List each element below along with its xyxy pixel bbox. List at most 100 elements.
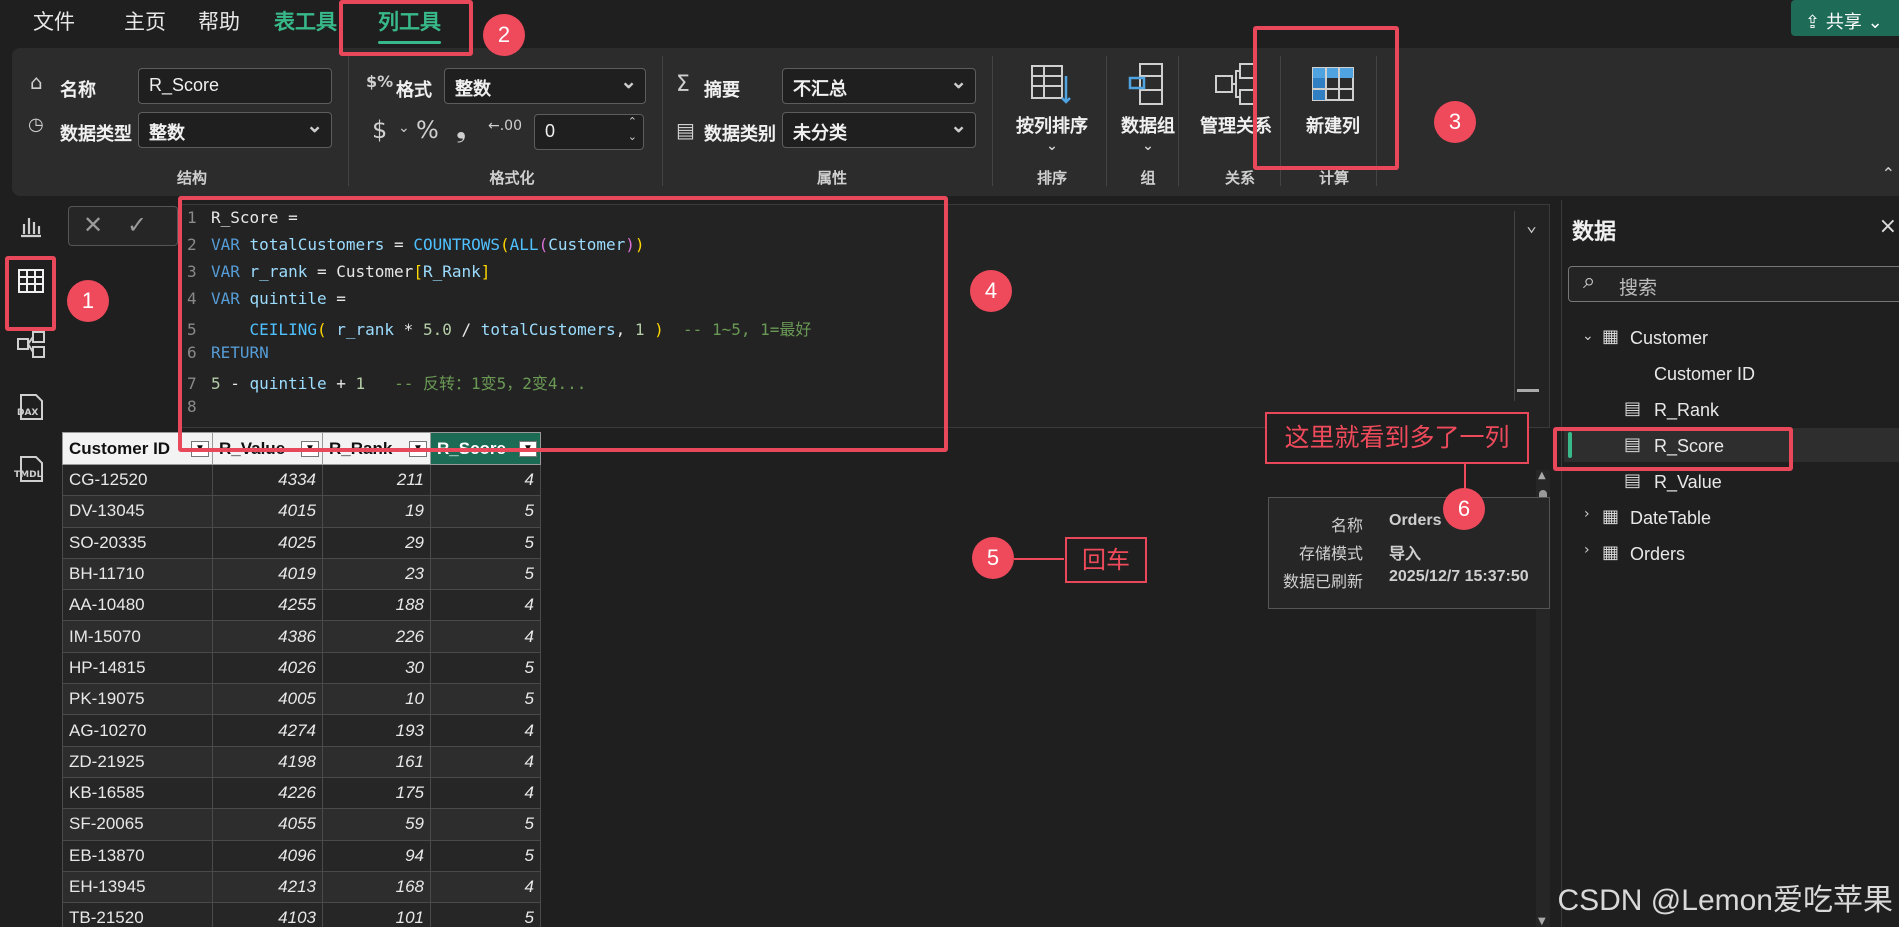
tree-table-orders[interactable]: Orders [1630, 544, 1685, 565]
table-cell[interactable]: KB-16585 [62, 776, 213, 810]
table-cell[interactable]: 59 [322, 808, 431, 841]
model-view-icon[interactable] [14, 330, 48, 364]
cancel-icon[interactable]: ✕ [83, 211, 103, 239]
table-cell[interactable]: 193 [322, 714, 431, 747]
scrollbar-thumb[interactable] [1517, 389, 1539, 392]
table-cell[interactable]: 5 [430, 839, 541, 872]
table-cell[interactable]: 161 [322, 745, 431, 778]
table-cell[interactable]: 4334 [212, 463, 323, 497]
table-cell[interactable]: 4274 [212, 714, 323, 747]
menu-file[interactable]: 文件 [33, 6, 75, 36]
table-cell[interactable]: 4386 [212, 620, 323, 653]
table-cell[interactable]: 4055 [212, 808, 323, 841]
menu-table-tools[interactable]: 表工具 [274, 6, 337, 36]
dax-query-view-icon[interactable]: DAX [14, 392, 48, 426]
table-cell[interactable]: 4005 [212, 683, 323, 716]
summary-select[interactable]: 不汇总 [782, 68, 976, 104]
table-cell[interactable]: 4 [430, 463, 541, 497]
table-cell[interactable]: IM-15070 [62, 620, 213, 653]
table-cell[interactable]: 175 [322, 776, 431, 810]
table-cell[interactable]: 94 [322, 839, 431, 872]
table-cell[interactable]: 4025 [212, 526, 323, 559]
table-cell[interactable]: 10 [322, 683, 431, 716]
table-cell[interactable]: 101 [322, 902, 431, 927]
table-cell[interactable]: SF-20065 [62, 808, 213, 841]
percent-button[interactable]: % [416, 116, 439, 144]
table-cell[interactable]: 23 [322, 557, 431, 591]
data-groups-button[interactable]: 数据组 ⌄ [1110, 62, 1186, 154]
table-cell[interactable]: BH-11710 [62, 557, 213, 591]
scroll-down-icon[interactable]: ▼ [1538, 916, 1546, 927]
tree-field-r-value[interactable]: R_Value [1654, 472, 1722, 493]
format-select[interactable]: 整数 [444, 68, 646, 104]
table-cell[interactable]: 5 [430, 557, 541, 591]
table-cell[interactable]: 4 [430, 745, 541, 778]
table-cell[interactable]: AA-10480 [62, 589, 213, 622]
table-cell[interactable]: 4019 [212, 557, 323, 591]
scroll-up-icon[interactable]: ▲ [1538, 470, 1546, 481]
table-cell[interactable]: 5 [430, 651, 541, 685]
table-cell[interactable]: 5 [430, 495, 541, 528]
chevron-down-icon[interactable]: ⌄ [1582, 328, 1594, 344]
table-cell[interactable]: 4226 [212, 776, 323, 810]
table-cell[interactable]: 226 [322, 620, 431, 653]
table-cell[interactable]: 4213 [212, 870, 323, 904]
table-cell[interactable]: 4015 [212, 495, 323, 528]
table-cell[interactable]: 4 [430, 870, 541, 904]
table-cell[interactable]: 4 [430, 589, 541, 622]
table-cell[interactable]: EB-13870 [62, 839, 213, 872]
table-cell[interactable]: SO-20335 [62, 526, 213, 559]
share-button[interactable]: ⇪ 共享 ⌄ [1791, 0, 1899, 36]
expand-formula-icon[interactable]: ⌄ [1526, 215, 1537, 236]
commit-icon[interactable]: ✓ [127, 211, 147, 239]
table-cell[interactable]: 4 [430, 714, 541, 747]
tree-table-customer[interactable]: Customer [1630, 328, 1708, 349]
name-field[interactable]: R_Score [138, 68, 332, 104]
tree-table-datetable[interactable]: DateTable [1630, 508, 1711, 529]
table-cell[interactable]: 29 [322, 526, 431, 559]
close-icon[interactable]: × [1879, 214, 1897, 239]
table-cell[interactable]: AG-10270 [62, 714, 213, 747]
decimals-stepper[interactable]: 0 ⌃ ⌄ [534, 114, 644, 150]
table-cell[interactable]: 4255 [212, 589, 323, 622]
sort-by-column-button[interactable]: 按列排序 ⌄ [1004, 62, 1100, 154]
menu-home[interactable]: 主页 [124, 6, 166, 36]
chevron-right-icon[interactable]: › [1584, 542, 1590, 558]
table-cell[interactable]: DV-13045 [62, 495, 213, 528]
table-cell[interactable]: PK-19075 [62, 683, 213, 716]
tree-field-r-rank[interactable]: R_Rank [1654, 400, 1719, 421]
table-cell[interactable]: EH-13945 [62, 870, 213, 904]
table-cell[interactable]: 5 [430, 526, 541, 559]
table-cell[interactable]: ZD-21925 [62, 745, 213, 778]
menu-help[interactable]: 帮助 [198, 6, 240, 36]
tmdl-view-icon[interactable]: TMDL [14, 454, 48, 488]
table-cell[interactable]: 5 [430, 808, 541, 841]
table-cell[interactable]: 4096 [212, 839, 323, 872]
datatype-select[interactable]: 整数 [138, 112, 332, 148]
table-cell[interactable]: TB-21520 [62, 902, 213, 927]
decimal-icon[interactable]: ←.00 [488, 118, 522, 134]
table-cell[interactable]: 4 [430, 620, 541, 653]
chevron-right-icon[interactable]: › [1584, 506, 1590, 522]
table-cell[interactable]: 19 [322, 495, 431, 528]
stepper-arrows-icon[interactable]: ⌃ ⌄ [628, 115, 637, 145]
comma-button[interactable]: ❟ [456, 114, 466, 145]
table-cell[interactable]: 4026 [212, 651, 323, 685]
report-view-icon[interactable] [14, 212, 48, 246]
table-cell[interactable]: HP-14815 [62, 651, 213, 685]
table-cell[interactable]: 30 [322, 651, 431, 685]
table-cell[interactable]: 5 [430, 902, 541, 927]
table-cell[interactable]: 188 [322, 589, 431, 622]
table-cell[interactable]: 211 [322, 463, 431, 497]
collapse-ribbon-icon[interactable]: ⌃ [1882, 164, 1895, 183]
search-input[interactable]: ⌕ 搜索 [1568, 266, 1899, 302]
table-cell[interactable]: CG-12520 [62, 463, 213, 497]
category-select[interactable]: 未分类 [782, 112, 976, 148]
table-cell[interactable]: 168 [322, 870, 431, 904]
table-cell[interactable]: 5 [430, 683, 541, 716]
currency-button[interactable]: $ [372, 116, 387, 144]
table-cell[interactable]: 4 [430, 776, 541, 810]
table-cell[interactable]: 4198 [212, 745, 323, 778]
chevron-down-icon[interactable]: ⌄ [398, 120, 410, 136]
table-cell[interactable]: 4103 [212, 902, 323, 927]
